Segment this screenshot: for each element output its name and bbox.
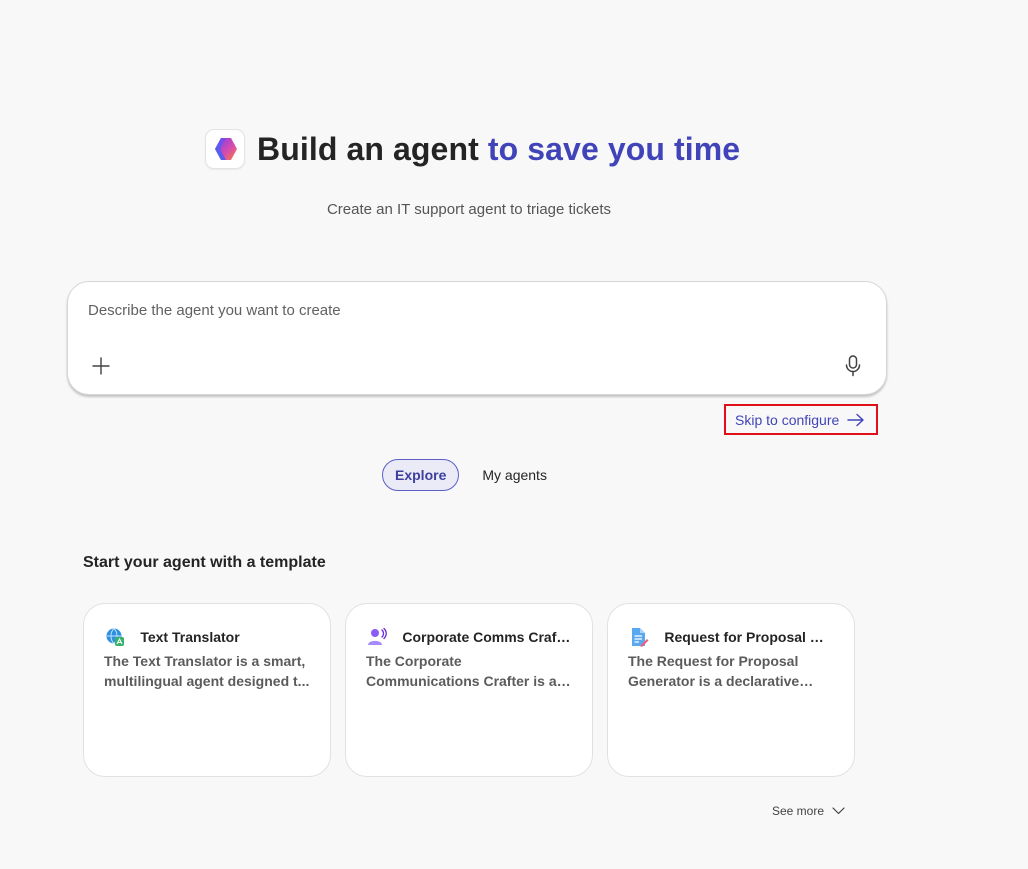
template-card-description: The Corporate Communications Crafter is … bbox=[366, 653, 557, 689]
hero-header: Build an agent to save you time bbox=[205, 129, 740, 169]
person-voice-icon bbox=[366, 626, 387, 648]
copilot-logo-icon bbox=[205, 129, 245, 169]
templates-section-title: Start your agent with a template bbox=[83, 554, 326, 571]
see-more-button[interactable]: See more bbox=[772, 804, 845, 818]
template-card-title: Request for Proposal Ge... bbox=[664, 629, 834, 645]
tab-explore[interactable]: Explore bbox=[382, 459, 460, 491]
template-cards: Text Translator The Text Translator is a… bbox=[83, 603, 869, 777]
see-more-label: See more bbox=[772, 804, 825, 818]
plus-icon bbox=[92, 357, 110, 375]
hero-title: Build an agent to save you time bbox=[257, 131, 740, 168]
hero-subtitle: Create an IT support agent to triage tic… bbox=[326, 201, 612, 218]
hero-title-accent: to save you time bbox=[487, 130, 741, 167]
arrow-right-icon bbox=[847, 413, 864, 426]
microphone-icon bbox=[845, 355, 861, 377]
globe-translate-icon bbox=[104, 626, 125, 648]
tab-my-agents[interactable]: My agents bbox=[470, 459, 559, 491]
agent-tabs: Explore My agents bbox=[382, 459, 559, 491]
chevron-down-icon bbox=[832, 807, 845, 815]
template-card-text-translator[interactable]: Text Translator The Text Translator is a… bbox=[83, 603, 331, 777]
skip-to-configure-label: Skip to configure bbox=[735, 411, 840, 428]
template-card-request-for-proposal[interactable]: Request for Proposal Ge... The Request f… bbox=[607, 603, 855, 777]
hero-title-main: Build an agent bbox=[257, 130, 479, 167]
add-attachment-button[interactable] bbox=[90, 355, 112, 377]
template-card-description: The Request for Proposal Generator is a … bbox=[628, 653, 800, 689]
template-card-title: Text Translator bbox=[140, 629, 240, 645]
microphone-button[interactable] bbox=[842, 354, 864, 378]
template-card-corporate-comms-crafter[interactable]: Corporate Comms Crafter The Corporate Co… bbox=[345, 603, 593, 777]
agent-description-input[interactable] bbox=[88, 302, 828, 319]
template-card-description: The Text Translator is a smart, multilin… bbox=[104, 653, 310, 689]
document-edit-icon bbox=[628, 626, 649, 648]
template-card-title: Corporate Comms Crafter bbox=[402, 629, 572, 645]
agent-description-composer bbox=[67, 281, 887, 395]
skip-to-configure-link[interactable]: Skip to configure bbox=[724, 404, 878, 435]
